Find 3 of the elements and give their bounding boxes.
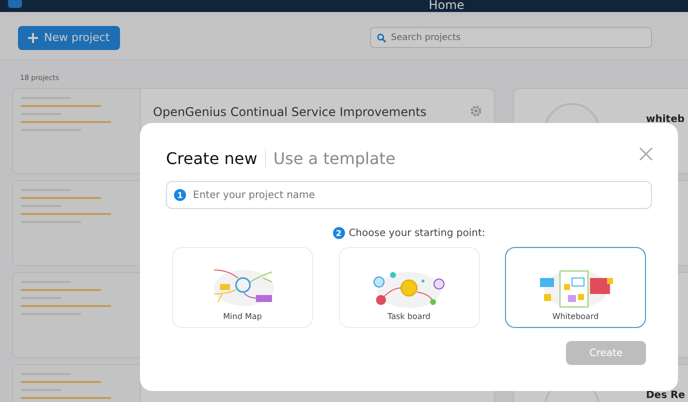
step-label: Choose your starting point: — [348, 228, 486, 238]
page-title: Home — [428, 0, 464, 11]
step-number: 2 — [332, 227, 345, 239]
